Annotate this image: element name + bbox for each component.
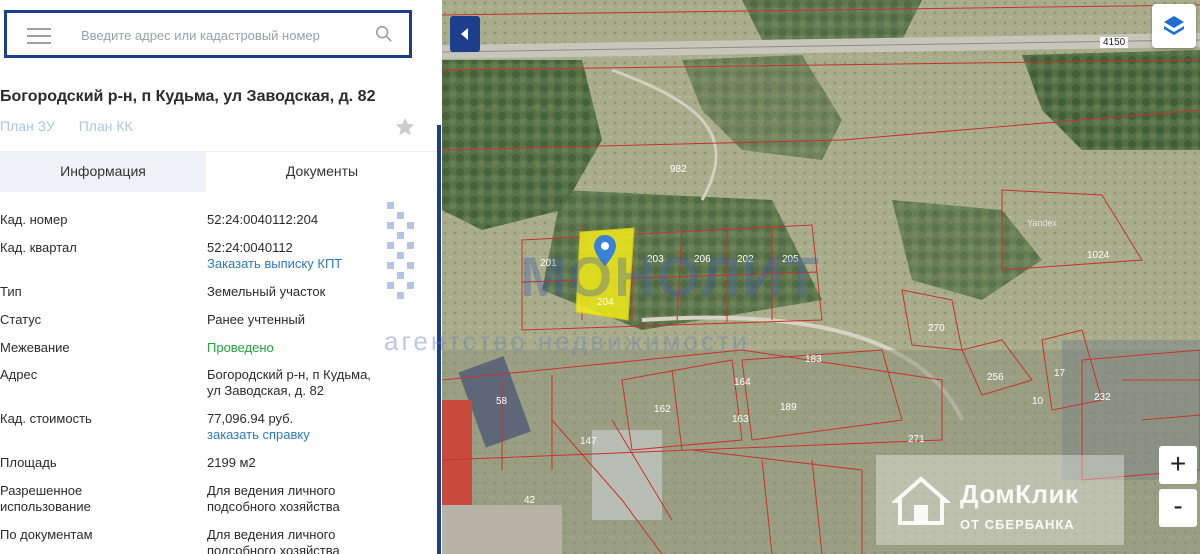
value-cad-cost-block: 77,096.94 руб. заказать справку bbox=[207, 411, 407, 443]
zoom-in-button[interactable]: + bbox=[1159, 446, 1197, 484]
value-by-documents-line1: Для ведения личного bbox=[207, 527, 336, 542]
value-by-documents: Для ведения личного подсобного хозяйства bbox=[207, 527, 407, 554]
label-status: Статус bbox=[0, 312, 42, 327]
label-type: Тип bbox=[0, 284, 22, 299]
clipped-text bbox=[0, 76, 380, 86]
parcel-label[interactable]: 147 bbox=[580, 436, 597, 447]
label-by-documents: По документам bbox=[0, 527, 93, 542]
order-kpt-link[interactable]: Заказать выписку КПТ bbox=[207, 256, 407, 272]
yandex-label: Yandex bbox=[1027, 218, 1057, 228]
label-permitted-use: Разрешенное использование bbox=[0, 483, 200, 515]
order-certificate-link[interactable]: заказать справку bbox=[207, 427, 407, 443]
plan-links: План ЗУ План КК bbox=[0, 118, 153, 134]
parcel-label[interactable]: 271 bbox=[908, 434, 925, 445]
domclick-sub: ОТ СБЕРБАНКА bbox=[960, 517, 1075, 532]
domclick-watermark: ДомКлик ОТ СБЕРБАНКА bbox=[876, 455, 1124, 545]
parcel-label[interactable]: 10 bbox=[1032, 396, 1043, 407]
watermark-logo-text: МОНОЛИТ bbox=[520, 245, 821, 308]
parcel-label[interactable]: 164 bbox=[734, 377, 751, 388]
search-input[interactable]: Введите адрес или кадастровый номер bbox=[81, 28, 320, 43]
tabs: Информация Документы bbox=[0, 151, 438, 192]
search-box[interactable]: Введите адрес или кадастровый номер bbox=[4, 10, 412, 58]
domclick-name: ДомКлик bbox=[960, 479, 1079, 509]
collapse-panel-button[interactable] bbox=[450, 16, 480, 52]
page-title: Богородский р-н, п Кудьма, ул Заводская,… bbox=[0, 88, 376, 105]
zoom-out-button[interactable]: - bbox=[1159, 489, 1197, 527]
label-area: Площадь bbox=[0, 455, 57, 470]
info-panel: Введите адрес или кадастровый номер Бого… bbox=[0, 0, 442, 554]
parcel-label[interactable]: 270 bbox=[928, 323, 945, 334]
parcel-label[interactable]: 982 bbox=[670, 164, 687, 175]
chevron-left-icon bbox=[461, 28, 468, 40]
label-permitted-use-line1: Разрешенное bbox=[0, 483, 83, 498]
watermark-subtitle: агентство недвижимости bbox=[384, 326, 750, 356]
menu-icon[interactable] bbox=[27, 28, 51, 44]
road-label: 4150 bbox=[1100, 37, 1129, 48]
layers-button[interactable] bbox=[1152, 4, 1196, 48]
value-permitted-use: Для ведения личного подсобного хозяйства bbox=[207, 483, 407, 515]
value-survey: Проведено bbox=[207, 340, 274, 355]
value-cad-cost: 77,096.94 руб. bbox=[207, 411, 294, 426]
parcel-label[interactable]: 58 bbox=[496, 396, 507, 407]
value-by-documents-line2: подсобного хозяйства bbox=[207, 543, 340, 554]
value-type: Земельный участок bbox=[207, 284, 326, 299]
watermark-building-icon bbox=[387, 202, 414, 299]
value-area: 2199 м2 bbox=[207, 455, 256, 470]
parcel-label[interactable]: 189 bbox=[780, 402, 797, 413]
value-cad-quarter-block: 52:24:0040112 Заказать выписку КПТ bbox=[207, 240, 407, 272]
plan-kk-link[interactable]: План КК bbox=[79, 118, 133, 134]
layers-icon bbox=[1164, 16, 1184, 35]
parcel-label[interactable]: 256 bbox=[987, 372, 1004, 383]
search-icon[interactable] bbox=[375, 25, 393, 43]
parcel-label[interactable]: 183 bbox=[805, 354, 822, 365]
plan-zu-link[interactable]: План ЗУ bbox=[0, 118, 55, 134]
parcel-label[interactable]: 42 bbox=[524, 495, 535, 506]
label-cad-number: Кад. номер bbox=[0, 212, 68, 227]
parcel-label[interactable]: 232 bbox=[1094, 392, 1111, 403]
parcel-label[interactable]: 17 bbox=[1054, 368, 1065, 379]
label-cad-quarter: Кад. квартал bbox=[0, 240, 77, 255]
value-address: Богородский р-н, п Кудьма, ул Заводская,… bbox=[207, 367, 407, 399]
parcel-label[interactable]: 163 bbox=[732, 414, 749, 425]
tab-documents[interactable]: Документы bbox=[206, 152, 438, 192]
parcel-label[interactable]: 162 bbox=[654, 404, 671, 415]
label-survey: Межевание bbox=[0, 340, 70, 355]
label-cad-cost: Кад. стоимость bbox=[0, 411, 92, 426]
value-cad-number: 52:24:0040112:204 bbox=[207, 212, 319, 227]
house-icon bbox=[892, 476, 950, 525]
value-status: Ранее учтенный bbox=[207, 312, 305, 327]
value-address-line2: ул Заводская, д. 82 bbox=[207, 383, 325, 398]
value-address-line1: Богородский р-н, п Кудьма, bbox=[207, 367, 371, 382]
label-address: Адрес bbox=[0, 367, 38, 382]
tab-information[interactable]: Информация bbox=[0, 152, 206, 192]
value-cad-quarter: 52:24:0040112 bbox=[207, 240, 293, 255]
label-permitted-use-line2: использование bbox=[0, 499, 91, 514]
value-permitted-use-line1: Для ведения личного bbox=[207, 483, 336, 498]
value-permitted-use-line2: подсобного хозяйства bbox=[207, 499, 340, 514]
parcel-label[interactable]: 1024 bbox=[1087, 250, 1109, 261]
star-icon[interactable] bbox=[394, 116, 416, 138]
